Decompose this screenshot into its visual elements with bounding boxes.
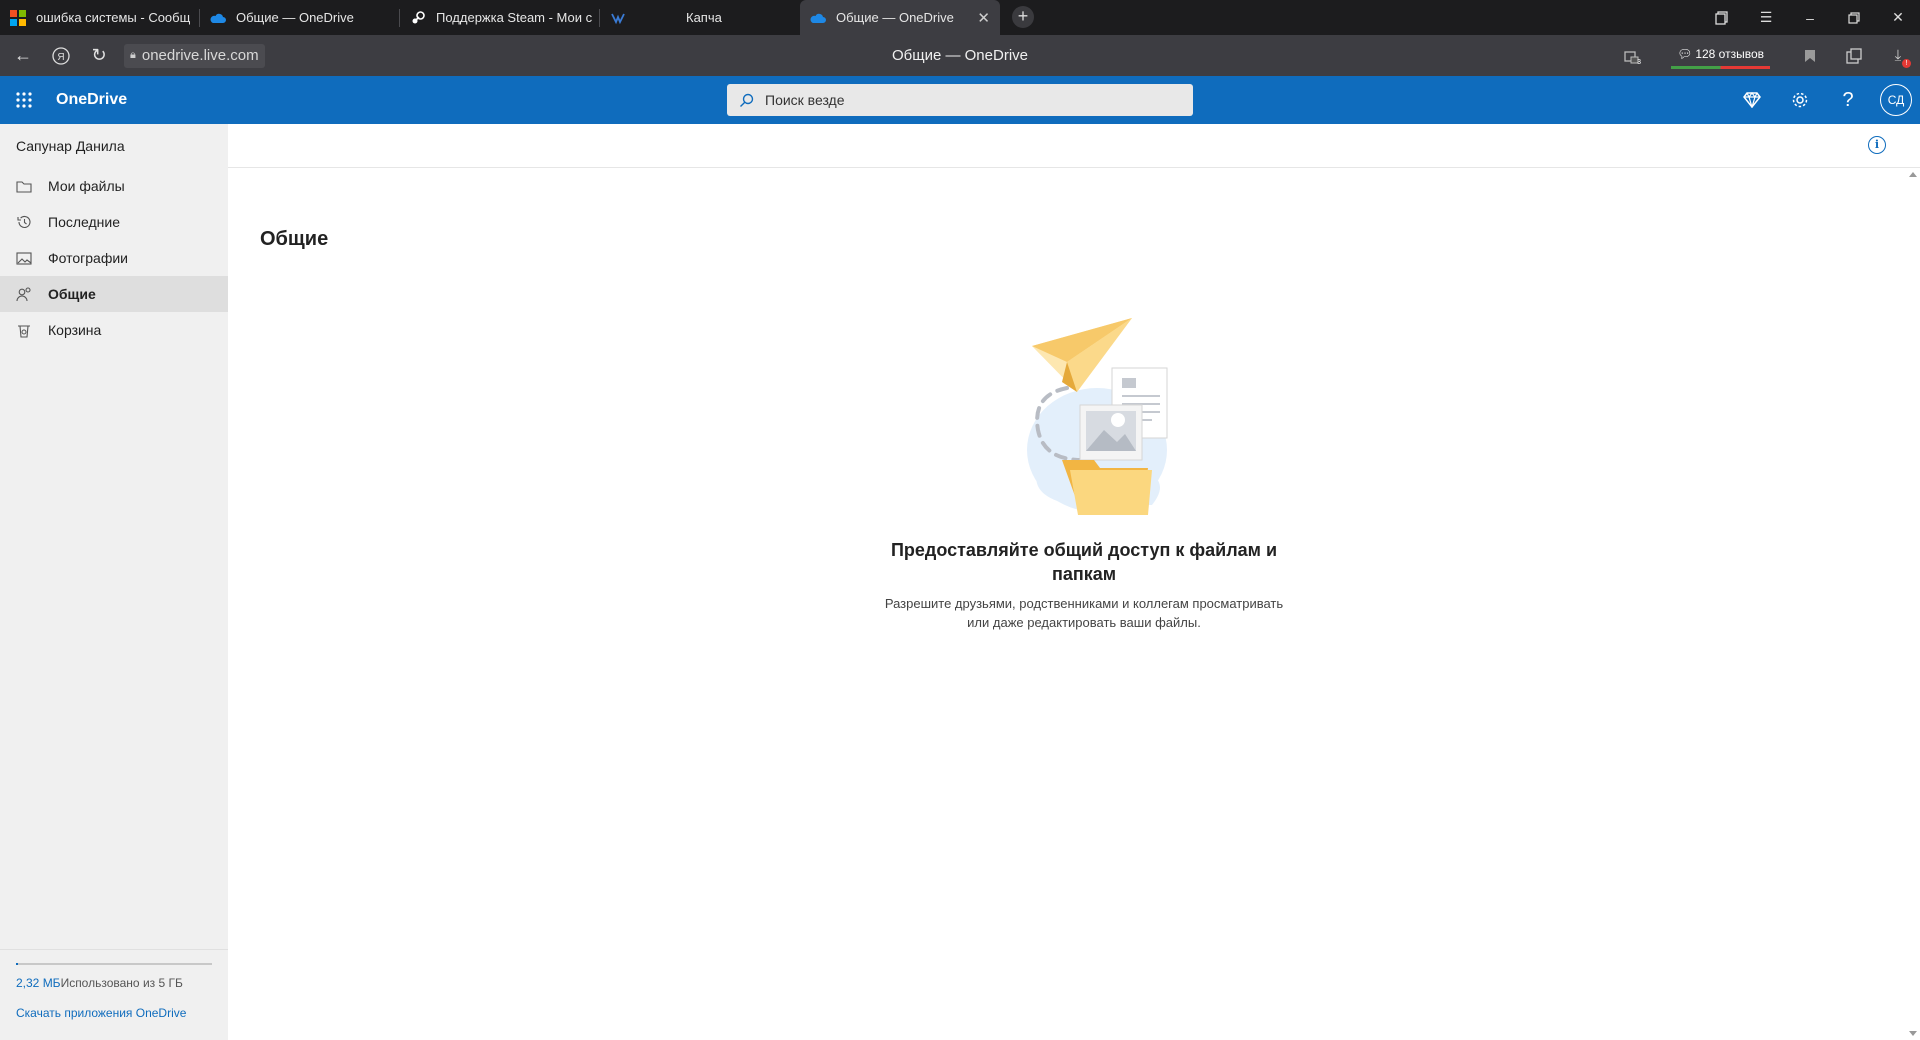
reload-icon[interactable]: ↻ (84, 41, 114, 71)
collections-icon[interactable] (1700, 0, 1744, 35)
storage-quota-fill (16, 963, 18, 965)
tab-title: Общие — OneDrive (236, 10, 354, 25)
empty-state-description: Разрешите друзьями, родственниками и кол… (884, 596, 1284, 630)
url-text: onedrive.live.com (141, 47, 259, 64)
nav-item-recycle-bin[interactable]: Корзина (0, 312, 228, 348)
search-box[interactable]: Поиск везде (727, 84, 1193, 116)
new-tab-button[interactable]: + (1012, 6, 1034, 28)
nav-item-recent[interactable]: Последние (0, 204, 228, 240)
left-navigation: Сапунар Данила Мои файлы Последние Фотог… (0, 124, 228, 1040)
empty-state-title: Предоставляйте общий доступ к файлам и п… (890, 540, 1278, 584)
page-heading: Общие (260, 228, 329, 250)
quota-used: 2,32 МБ (16, 976, 61, 990)
onedrive-header: OneDrive Поиск везде ? СД (0, 76, 1920, 124)
minimize-icon[interactable]: – (1788, 0, 1832, 35)
scroll-up-icon[interactable] (1909, 172, 1917, 177)
history-icon (0, 214, 48, 230)
shared-empty-illustration (1027, 318, 1168, 515)
back-arrow-icon[interactable]: ← (8, 41, 38, 71)
main-content: i Общие Предоставляйте общий доступ к фа… (228, 124, 1920, 1040)
comment-icon: 💬︎ (1677, 47, 1693, 61)
reviews-label: 128 отзывов (1695, 47, 1764, 61)
nav-item-label: Фотографии (48, 250, 129, 266)
browser-tab[interactable]: ошибка системы - Сообщ (0, 0, 200, 35)
download-icon[interactable]: ⤓! (1883, 41, 1913, 71)
scrollbar[interactable] (1906, 168, 1920, 1040)
alert-badge: ! (1902, 58, 1911, 68)
protect-icon[interactable]: 3 (1616, 41, 1646, 71)
reviews-button[interactable]: 💬︎ 128 отзывов (1671, 42, 1770, 69)
tab-title: Поддержка Steam - Мои с (436, 10, 593, 25)
folder-icon (0, 180, 48, 193)
microsoft-logo-icon (10, 9, 26, 26)
command-bar: i (228, 124, 1920, 168)
photo-icon (0, 251, 48, 265)
url-field[interactable]: 🔒︎ onedrive.live.com (124, 43, 265, 68)
browser-tab-strip: ошибка системы - Сообщ Общие — OneDrive … (0, 0, 1920, 35)
nav-item-label: Корзина (48, 322, 102, 338)
user-name: Сапунар Данила (16, 138, 125, 154)
nav-item-my-files[interactable]: Мои файлы (0, 168, 228, 204)
restore-icon[interactable] (1832, 0, 1876, 35)
tab-title: Общие — OneDrive (836, 10, 954, 25)
extensions-icon[interactable] (1839, 41, 1869, 71)
close-window-icon[interactable]: ✕ (1876, 0, 1920, 35)
nav-item-label: Мои файлы (48, 178, 125, 194)
nav-item-label: Последние (48, 214, 121, 230)
browser-tab[interactable]: Капча (600, 0, 800, 35)
nav-item-shared[interactable]: Общие (0, 276, 228, 312)
close-tab-icon[interactable]: ✕ (977, 9, 990, 27)
premium-diamond-icon[interactable] (1728, 76, 1776, 124)
avatar: СД (1880, 84, 1912, 116)
menu-icon[interactable]: ☰ (1744, 0, 1788, 35)
yandex-icon[interactable]: Я (46, 41, 76, 71)
tab-title: ошибка системы - Сообщ (36, 10, 191, 25)
steam-icon (410, 10, 426, 26)
lock-icon: 🔒︎ (130, 49, 136, 61)
svg-text:Я: Я (57, 52, 64, 63)
onedrive-cloud-icon (810, 10, 826, 26)
scroll-down-icon[interactable] (1909, 1031, 1917, 1036)
search-icon (727, 93, 765, 108)
app-launcher-icon[interactable] (0, 76, 48, 124)
nav-item-label: Общие (48, 286, 96, 302)
browser-tab-active[interactable]: Общие — OneDrive ✕ (800, 0, 1000, 35)
settings-gear-icon[interactable] (1776, 76, 1824, 124)
people-icon (0, 286, 48, 302)
info-icon[interactable]: i (1868, 136, 1886, 154)
captcha-icon (610, 10, 626, 26)
help-icon[interactable]: ? (1824, 76, 1872, 124)
storage-quota-text[interactable]: 2,32 МБИспользовано из 5 ГБ (16, 976, 183, 990)
storage-quota-bar (16, 963, 212, 965)
browser-tab[interactable]: Поддержка Steam - Мои с (400, 0, 600, 35)
browser-tab[interactable]: Общие — OneDrive (200, 0, 400, 35)
quota-total: Использовано из 5 ГБ (60, 976, 183, 990)
search-placeholder: Поиск везде (765, 92, 845, 108)
nav-item-photos[interactable]: Фотографии (0, 240, 228, 276)
account-button[interactable]: СД (1872, 76, 1920, 124)
divider (0, 949, 228, 950)
tab-count-badge: 3 (1637, 58, 1642, 66)
address-bar: ← Я ↻ 🔒︎ onedrive.live.com Общие — OneDr… (0, 35, 1920, 76)
app-name[interactable]: OneDrive (56, 91, 127, 109)
recycle-bin-icon (0, 323, 48, 338)
bookmark-icon[interactable] (1795, 41, 1825, 71)
tab-title: Капча (686, 10, 722, 25)
get-apps-link[interactable]: Скачать приложения OneDrive (16, 1006, 186, 1020)
onedrive-cloud-icon (210, 10, 226, 26)
